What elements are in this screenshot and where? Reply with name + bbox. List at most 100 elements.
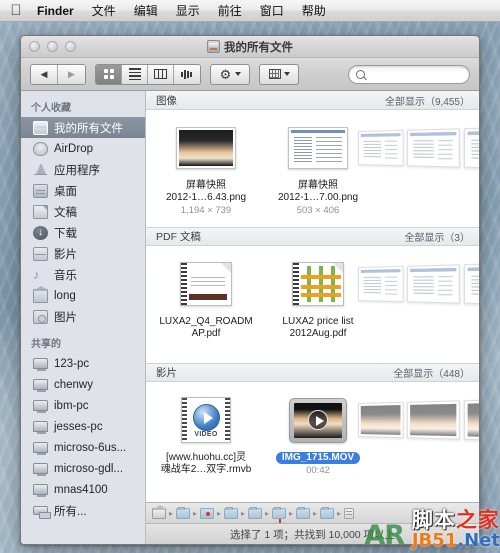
thumbnail bbox=[266, 120, 370, 176]
window-body: 个人收藏 我的所有文件 AirDrop 应用程序 桌面 文稿 ↓ 下载 影片 ♪… bbox=[21, 91, 479, 544]
view-mode-buttons bbox=[95, 63, 201, 85]
menu-item-edit[interactable]: 编辑 bbox=[125, 2, 167, 20]
sidebar-item-microso-gdl[interactable]: microso-gdl... bbox=[21, 458, 145, 479]
forward-button[interactable]: ▶ bbox=[58, 64, 85, 84]
stacked-preview-icon bbox=[358, 398, 479, 442]
sidebar-item-label: 123-pc bbox=[54, 357, 90, 370]
show-all-link[interactable]: 全部显示（3） bbox=[404, 229, 470, 244]
sidebar-item-label: 影片 bbox=[54, 248, 77, 261]
file-item-pricelist-pdf[interactable]: LUXA2 price list 2012Aug.pdf bbox=[266, 256, 370, 340]
show-all-link[interactable]: 全部显示（448） bbox=[393, 365, 470, 380]
sidebar-item-mnas4100[interactable]: mnas4100 bbox=[21, 479, 145, 500]
sidebar-item-desktop[interactable]: 桌面 bbox=[21, 180, 145, 201]
sidebar-item-all-network[interactable]: 所有... bbox=[21, 500, 145, 521]
menu-item-finder[interactable]: Finder bbox=[35, 2, 83, 20]
file-item-overflow-pdf[interactable] bbox=[358, 256, 479, 312]
group-title: 图像 bbox=[156, 94, 177, 107]
sidebar-item-label: long bbox=[54, 289, 76, 302]
path-folder-4-icon[interactable] bbox=[272, 506, 287, 523]
list-view-button[interactable] bbox=[122, 64, 148, 84]
path-folder-6-icon[interactable] bbox=[320, 506, 335, 519]
computer-icon bbox=[33, 421, 48, 434]
play-icon bbox=[308, 410, 328, 430]
navigation-buttons: ◀ ▶ bbox=[30, 63, 86, 85]
pictures-icon bbox=[33, 309, 48, 324]
sidebar-item-pictures[interactable]: 图片 bbox=[21, 306, 145, 327]
apple-logo-icon[interactable]:  bbox=[8, 2, 24, 20]
screenshot-window-thumb bbox=[288, 127, 348, 169]
menu-item-go[interactable]: 前往 bbox=[209, 2, 251, 20]
menu-item-help[interactable]: 帮助 bbox=[293, 2, 335, 20]
path-folder-3-icon[interactable] bbox=[248, 506, 263, 519]
arrange-menu-button[interactable] bbox=[259, 63, 299, 85]
window-title-bar[interactable]: 我的所有文件 bbox=[21, 36, 479, 58]
minimize-button[interactable] bbox=[47, 41, 58, 52]
pdf-pricelist-thumb bbox=[292, 262, 344, 306]
sidebar-item-jesses-pc[interactable]: jesses-pc bbox=[21, 416, 145, 437]
thumbnail bbox=[358, 120, 479, 176]
action-menu-button[interactable]: ⚙ bbox=[210, 63, 250, 85]
path-folder-1-icon[interactable] bbox=[176, 506, 191, 519]
thumbnail: VIDEO bbox=[154, 392, 258, 448]
path-folder-recording-icon[interactable] bbox=[200, 507, 215, 519]
thumbnail bbox=[266, 256, 370, 312]
sidebar-item-documents[interactable]: 文稿 bbox=[21, 201, 145, 222]
file-name-line-2: 2012Aug.pdf bbox=[289, 328, 347, 339]
show-all-link[interactable]: 全部显示（9,455） bbox=[385, 93, 470, 108]
file-name-line-1: 屏幕快照 bbox=[186, 180, 226, 191]
path-home-icon[interactable] bbox=[152, 504, 168, 519]
path-file-icon[interactable] bbox=[344, 507, 355, 519]
group-row-movies: VIDEO [www.huohu.cc]灵 魂战车2…双字.rmvb IMG_1… bbox=[146, 382, 479, 499]
search-input[interactable] bbox=[369, 68, 464, 80]
sidebar-item-123-pc[interactable]: 123-pc bbox=[21, 353, 145, 374]
sidebar-item-label: 桌面 bbox=[54, 185, 77, 198]
close-button[interactable] bbox=[29, 41, 40, 52]
search-field[interactable] bbox=[348, 64, 470, 84]
path-folder-2-icon[interactable] bbox=[224, 506, 239, 519]
sidebar-item-ibm-pc[interactable]: ibm-pc bbox=[21, 395, 145, 416]
file-meta: 1,194 × 739 bbox=[180, 205, 232, 216]
search-container bbox=[348, 64, 470, 84]
sidebar-item-downloads[interactable]: 下载 bbox=[21, 222, 145, 243]
airdrop-icon bbox=[33, 141, 48, 156]
file-name: [www.huohu.cc]灵 魂战车2…双字.rmvb bbox=[154, 452, 258, 476]
sidebar-item-microso-6us[interactable]: microso-6us... bbox=[21, 437, 145, 458]
back-button[interactable]: ◀ bbox=[31, 64, 58, 84]
sidebar-item-label: mnas4100 bbox=[54, 483, 108, 496]
search-icon bbox=[356, 69, 365, 79]
screenshot-dark-thumb bbox=[176, 127, 236, 169]
sidebar-item-movies[interactable]: 影片 bbox=[21, 243, 145, 264]
sidebar-item-music[interactable]: 音乐 bbox=[21, 264, 145, 285]
status-bar: 选择了 1 项；共找到 10,000 项以上 bbox=[146, 523, 479, 544]
file-item-overflow-movies[interactable] bbox=[358, 392, 479, 448]
file-name: 屏幕快照 2012-1…6.43.png bbox=[154, 180, 258, 204]
sidebar-item-home[interactable]: long bbox=[21, 285, 145, 306]
sidebar-item-label: AirDrop bbox=[54, 142, 93, 155]
sidebar-item-airdrop[interactable]: AirDrop bbox=[21, 138, 145, 159]
file-item-screenshot-2[interactable]: 屏幕快照 2012-1…7.00.png 503 × 406 bbox=[266, 120, 370, 216]
thumbnail bbox=[266, 392, 370, 448]
file-item-rmvb-video[interactable]: VIDEO [www.huohu.cc]灵 魂战车2…双字.rmvb bbox=[154, 392, 258, 476]
scroll-area[interactable]: 图像 全部显示（9,455） 屏幕快照 2012-1…6.43.png 1,19… bbox=[146, 91, 479, 502]
back-arrow-icon: ◀ bbox=[40, 68, 48, 79]
icon-view-button[interactable] bbox=[96, 64, 122, 84]
menu-item-window[interactable]: 窗口 bbox=[251, 2, 293, 20]
quicktime-movie-thumb bbox=[289, 397, 347, 443]
column-view-button[interactable] bbox=[148, 64, 174, 84]
file-item-overflow-images[interactable] bbox=[358, 120, 479, 176]
file-name-line-2: 2012-1…7.00.png bbox=[277, 192, 359, 203]
status-text: 选择了 1 项；共找到 10,000 项以上 bbox=[229, 528, 396, 541]
sidebar-item-applications[interactable]: 应用程序 bbox=[21, 159, 145, 180]
path-folder-5-icon[interactable] bbox=[296, 506, 311, 519]
pdf-roadmap-thumb bbox=[180, 262, 232, 306]
file-item-screenshot-1[interactable]: 屏幕快照 2012-1…6.43.png 1,194 × 739 bbox=[154, 120, 258, 216]
sidebar-item-chenwy[interactable]: chenwy bbox=[21, 374, 145, 395]
file-item-img1715-mov[interactable]: IMG_1715.MOV 00:42 bbox=[266, 392, 370, 476]
file-item-roadmap-pdf[interactable]: LUXA2_Q4_ROADM AP.pdf bbox=[154, 256, 258, 340]
movies-icon bbox=[33, 246, 48, 261]
menu-item-file[interactable]: 文件 bbox=[83, 2, 125, 20]
sidebar-item-all-my-files[interactable]: 我的所有文件 bbox=[21, 117, 145, 138]
coverflow-view-button[interactable] bbox=[174, 64, 200, 84]
zoom-button[interactable] bbox=[65, 41, 76, 52]
menu-item-view[interactable]: 显示 bbox=[167, 2, 209, 20]
